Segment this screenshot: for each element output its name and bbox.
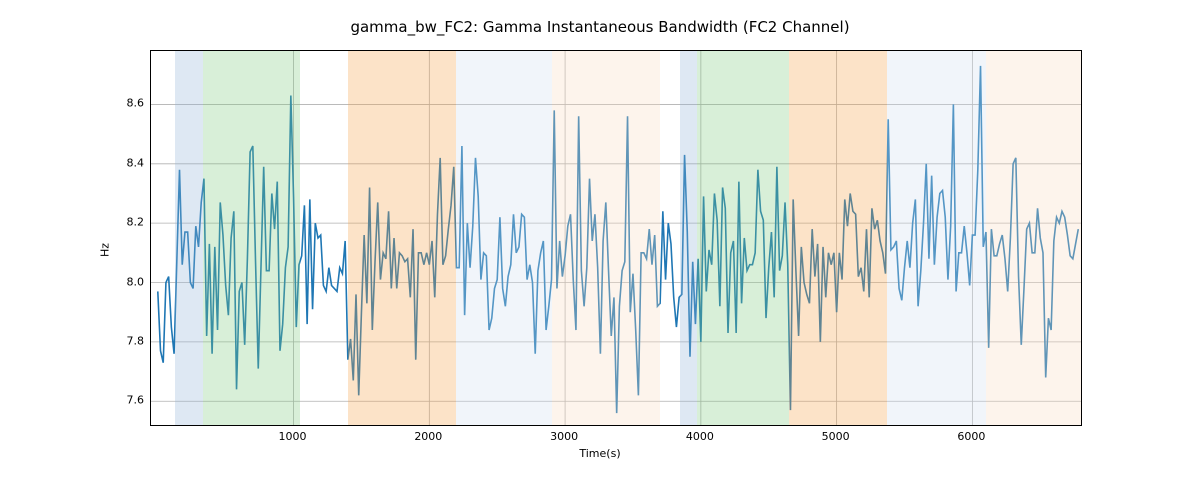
shaded-region xyxy=(789,51,887,425)
x-tick-label: 5000 xyxy=(822,430,850,443)
x-tick-label: 1000 xyxy=(279,430,307,443)
y-tick-label: 8.0 xyxy=(127,275,145,288)
x-tick-label: 2000 xyxy=(414,430,442,443)
y-axis-label: Hz xyxy=(99,243,112,257)
shaded-region xyxy=(697,51,789,425)
x-tick-label: 4000 xyxy=(686,430,714,443)
shaded-region xyxy=(552,51,661,425)
shaded-region xyxy=(680,51,696,425)
y-tick-label: 7.8 xyxy=(127,334,145,347)
y-tick-label: 7.6 xyxy=(127,394,145,407)
axes-box xyxy=(150,50,1082,426)
x-axis-label: Time(s) xyxy=(0,447,1200,460)
y-tick-label: 8.6 xyxy=(127,97,145,110)
shaded-region xyxy=(203,51,301,425)
x-tick-label: 6000 xyxy=(957,430,985,443)
chart-title: gamma_bw_FC2: Gamma Instantaneous Bandwi… xyxy=(0,18,1200,36)
shaded-region xyxy=(887,51,986,425)
shaded-region xyxy=(348,51,457,425)
x-tick-label: 3000 xyxy=(550,430,578,443)
shaded-region xyxy=(986,51,1081,425)
shaded-region xyxy=(175,51,202,425)
figure: gamma_bw_FC2: Gamma Instantaneous Bandwi… xyxy=(0,0,1200,500)
y-tick-label: 8.4 xyxy=(127,156,145,169)
shaded-region xyxy=(456,51,551,425)
y-tick-label: 8.2 xyxy=(127,216,145,229)
